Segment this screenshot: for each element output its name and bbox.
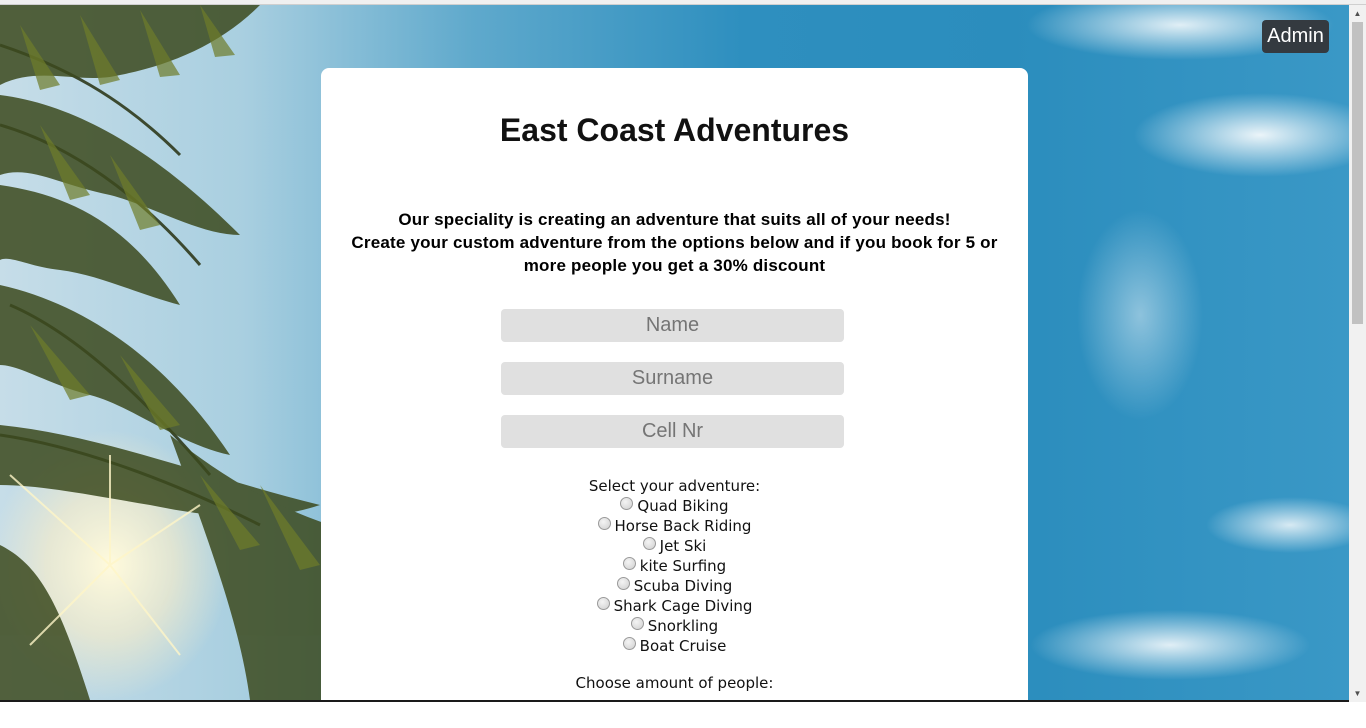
adventure-option[interactable]: Horse Back Riding	[321, 516, 1028, 536]
radio-button[interactable]	[642, 537, 656, 550]
radio-button[interactable]	[597, 517, 611, 530]
scroll-thumb[interactable]	[1352, 22, 1363, 324]
radio-button[interactable]	[596, 597, 610, 610]
adventure-option-label: Shark Cage Diving	[613, 597, 753, 615]
cell-number-input[interactable]	[501, 415, 844, 448]
adventure-option[interactable]: Snorkling	[321, 616, 1028, 636]
radio-button[interactable]	[630, 617, 644, 630]
adventure-selector: Select your adventure: Quad Biking Horse…	[321, 476, 1028, 656]
radio-button[interactable]	[616, 577, 630, 590]
radio-button[interactable]	[622, 637, 636, 650]
adventure-option-label: Horse Back Riding	[614, 517, 752, 535]
page-title: East Coast Adventures	[499, 112, 850, 148]
adventure-label: Select your adventure:	[588, 477, 761, 495]
intro-line-1: Our speciality is creating an adventure …	[398, 210, 951, 229]
radio-button[interactable]	[620, 497, 634, 510]
adventure-option-label: Snorkling	[647, 617, 719, 635]
adventure-option-label: Jet Ski	[659, 537, 707, 555]
adventure-option[interactable]: Jet Ski	[321, 536, 1028, 556]
adventure-option[interactable]: kite Surfing	[321, 556, 1028, 576]
admin-button[interactable]: Admin	[1262, 20, 1329, 53]
adventure-option[interactable]: Scuba Diving	[321, 576, 1028, 596]
intro-text: Our speciality is creating an adventure …	[343, 208, 1006, 277]
name-input[interactable]	[501, 309, 844, 342]
adventure-option[interactable]: Boat Cruise	[321, 636, 1028, 656]
adventure-option-label: kite Surfing	[639, 557, 727, 575]
palm-tree-illustration	[0, 5, 330, 700]
adventure-option-label: Quad Biking	[637, 497, 729, 515]
booking-card: East Coast Adventures Our speciality is …	[321, 68, 1028, 728]
surname-input[interactable]	[501, 362, 844, 395]
radio-button[interactable]	[622, 557, 636, 570]
adventure-option[interactable]: Quad Biking	[321, 496, 1028, 516]
scroll-down-arrow-icon[interactable]: ▼	[1349, 685, 1366, 702]
people-amount-label: Choose amount of people:	[575, 674, 774, 692]
intro-line-2: Create your custom adventure from the op…	[351, 233, 998, 275]
adventure-option[interactable]: Shark Cage Diving	[321, 596, 1028, 616]
vertical-scrollbar[interactable]: ▲ ▼	[1349, 5, 1366, 702]
adventure-option-label: Boat Cruise	[639, 637, 727, 655]
adventure-option-label: Scuba Diving	[633, 577, 733, 595]
scroll-up-arrow-icon[interactable]: ▲	[1349, 5, 1366, 22]
